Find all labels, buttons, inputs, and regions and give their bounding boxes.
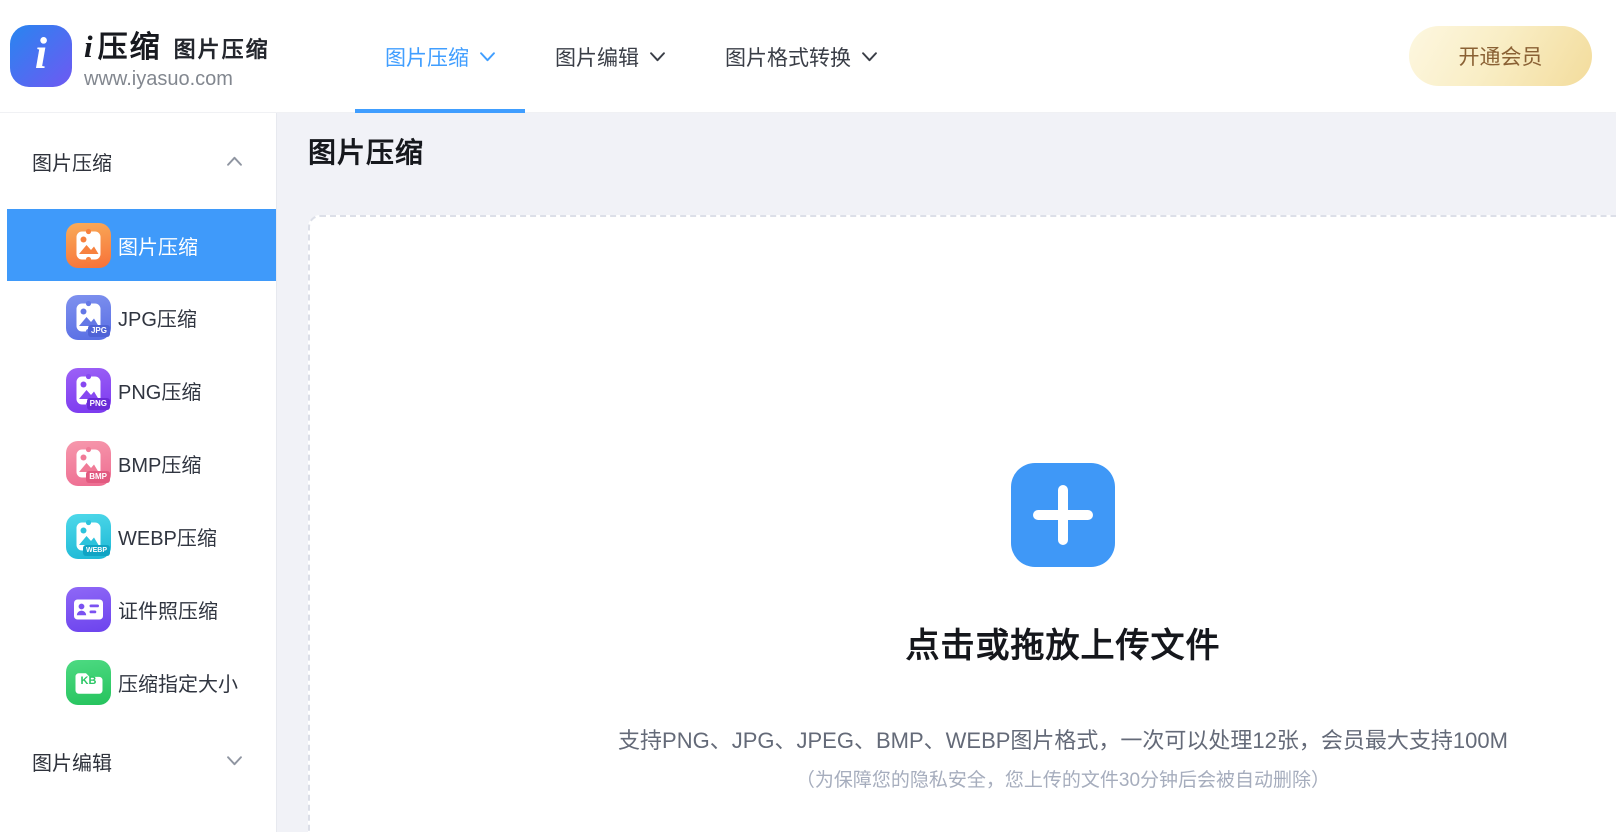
sidebar-item-label: JPG压缩 (118, 309, 197, 331)
png-compress-icon: PNG (66, 368, 111, 413)
image-compress-icon (66, 222, 111, 268)
sidebar-item-label: 证件照压缩 (118, 601, 218, 623)
sidebar-item-label: 图片压缩 (118, 236, 198, 259)
jpg-badge: JPG (87, 325, 110, 337)
upload-dropzone[interactable]: 点击或拖放上传文件 支持PNG、JPG、JPEG、BMP、WEBP图片格式，一次… (308, 215, 1616, 832)
jpg-compress-icon: JPG (66, 295, 111, 340)
top-header: i i 压缩 图片压缩 www.iyasuo.com 图片压缩 图片编辑 图片格… (0, 0, 1616, 113)
open-membership-button[interactable]: 开通会员 (1409, 26, 1592, 86)
section-label: 图片编辑 (32, 752, 112, 775)
bmp-compress-icon: BMP (66, 441, 111, 486)
nav-tab-image-edit[interactable]: 图片编辑 (525, 0, 695, 113)
bmp-badge: BMP (86, 471, 110, 483)
nav-tab-label: 图片压缩 (385, 46, 469, 70)
section-label: 图片压缩 (32, 152, 112, 175)
sidebar-item-bmp-compress[interactable]: BMP BMP压缩 (0, 427, 276, 500)
page-title: 图片压缩 (308, 137, 425, 168)
chevron-down-icon (862, 51, 877, 62)
sidebar-item-label: PNG压缩 (118, 382, 202, 404)
sidebar-item-compress-to-size[interactable]: KB 压缩指定大小 (0, 646, 276, 719)
sidebar-item-label: 压缩指定大小 (118, 674, 238, 696)
id-photo-icon (66, 587, 111, 632)
nav-tab-image-compress[interactable]: 图片压缩 (355, 0, 525, 113)
sidebar-item-webp-compress[interactable]: WEBP WEBP压缩 (0, 500, 276, 573)
nav-tab-label: 图片编辑 (555, 46, 639, 70)
upload-privacy-text: （为保障您的隐私安全，您上传的文件30分钟后会被自动删除） (795, 770, 1331, 791)
sidebar: 图片压缩 图片压缩 JPG JPG压缩 PNG PNG压缩 BMP BMP压缩 … (0, 113, 277, 832)
upload-heading: 点击或拖放上传文件 (905, 627, 1221, 665)
sidebar-item-label: WEBP压缩 (118, 528, 217, 550)
brand-mark: i (84, 28, 93, 64)
brand-domain: www.iyasuo.com (84, 67, 233, 90)
main-content: 图片压缩 点击或拖放上传文件 支持PNG、JPG、JPEG、BMP、WEBP图片… (277, 113, 1616, 832)
plus-icon (1011, 463, 1115, 567)
folder-kb-icon: KB (66, 660, 111, 705)
sidebar-item-label: BMP压缩 (118, 455, 202, 477)
webp-compress-icon: WEBP (66, 514, 111, 559)
add-files-button[interactable] (1011, 463, 1115, 567)
kb-badge: KB (80, 675, 97, 687)
chevron-down-icon (650, 51, 665, 62)
chevron-down-icon (480, 51, 495, 62)
sidebar-item-jpg-compress[interactable]: JPG JPG压缩 (0, 281, 276, 354)
sidebar-section-image-compress[interactable]: 图片压缩 (0, 113, 276, 209)
sidebar-item-image-compress[interactable]: 图片压缩 (7, 209, 276, 281)
nav-tab-format-convert[interactable]: 图片格式转换 (695, 0, 907, 113)
upload-support-text: 支持PNG、JPG、JPEG、BMP、WEBP图片格式，一次可以处理12张，会员… (618, 728, 1508, 753)
webp-badge: WEBP (83, 545, 110, 556)
site-logo[interactable]: i i 压缩 图片压缩 www.iyasuo.com (10, 22, 270, 91)
sidebar-section-image-edit[interactable]: 图片编辑 (0, 719, 276, 803)
sidebar-item-id-photo-compress[interactable]: 证件照压缩 (0, 573, 276, 646)
logo-i-icon: i (10, 25, 72, 87)
chevron-up-icon (227, 156, 242, 166)
nav-tab-label: 图片格式转换 (725, 46, 851, 70)
chevron-down-icon (227, 756, 242, 766)
sidebar-item-png-compress[interactable]: PNG PNG压缩 (0, 354, 276, 427)
brand-name: 压缩 (97, 30, 162, 64)
main-nav: 图片压缩 图片编辑 图片格式转换 (355, 0, 907, 113)
png-badge: PNG (86, 398, 110, 410)
brand-tagline: 图片压缩 (173, 36, 270, 62)
